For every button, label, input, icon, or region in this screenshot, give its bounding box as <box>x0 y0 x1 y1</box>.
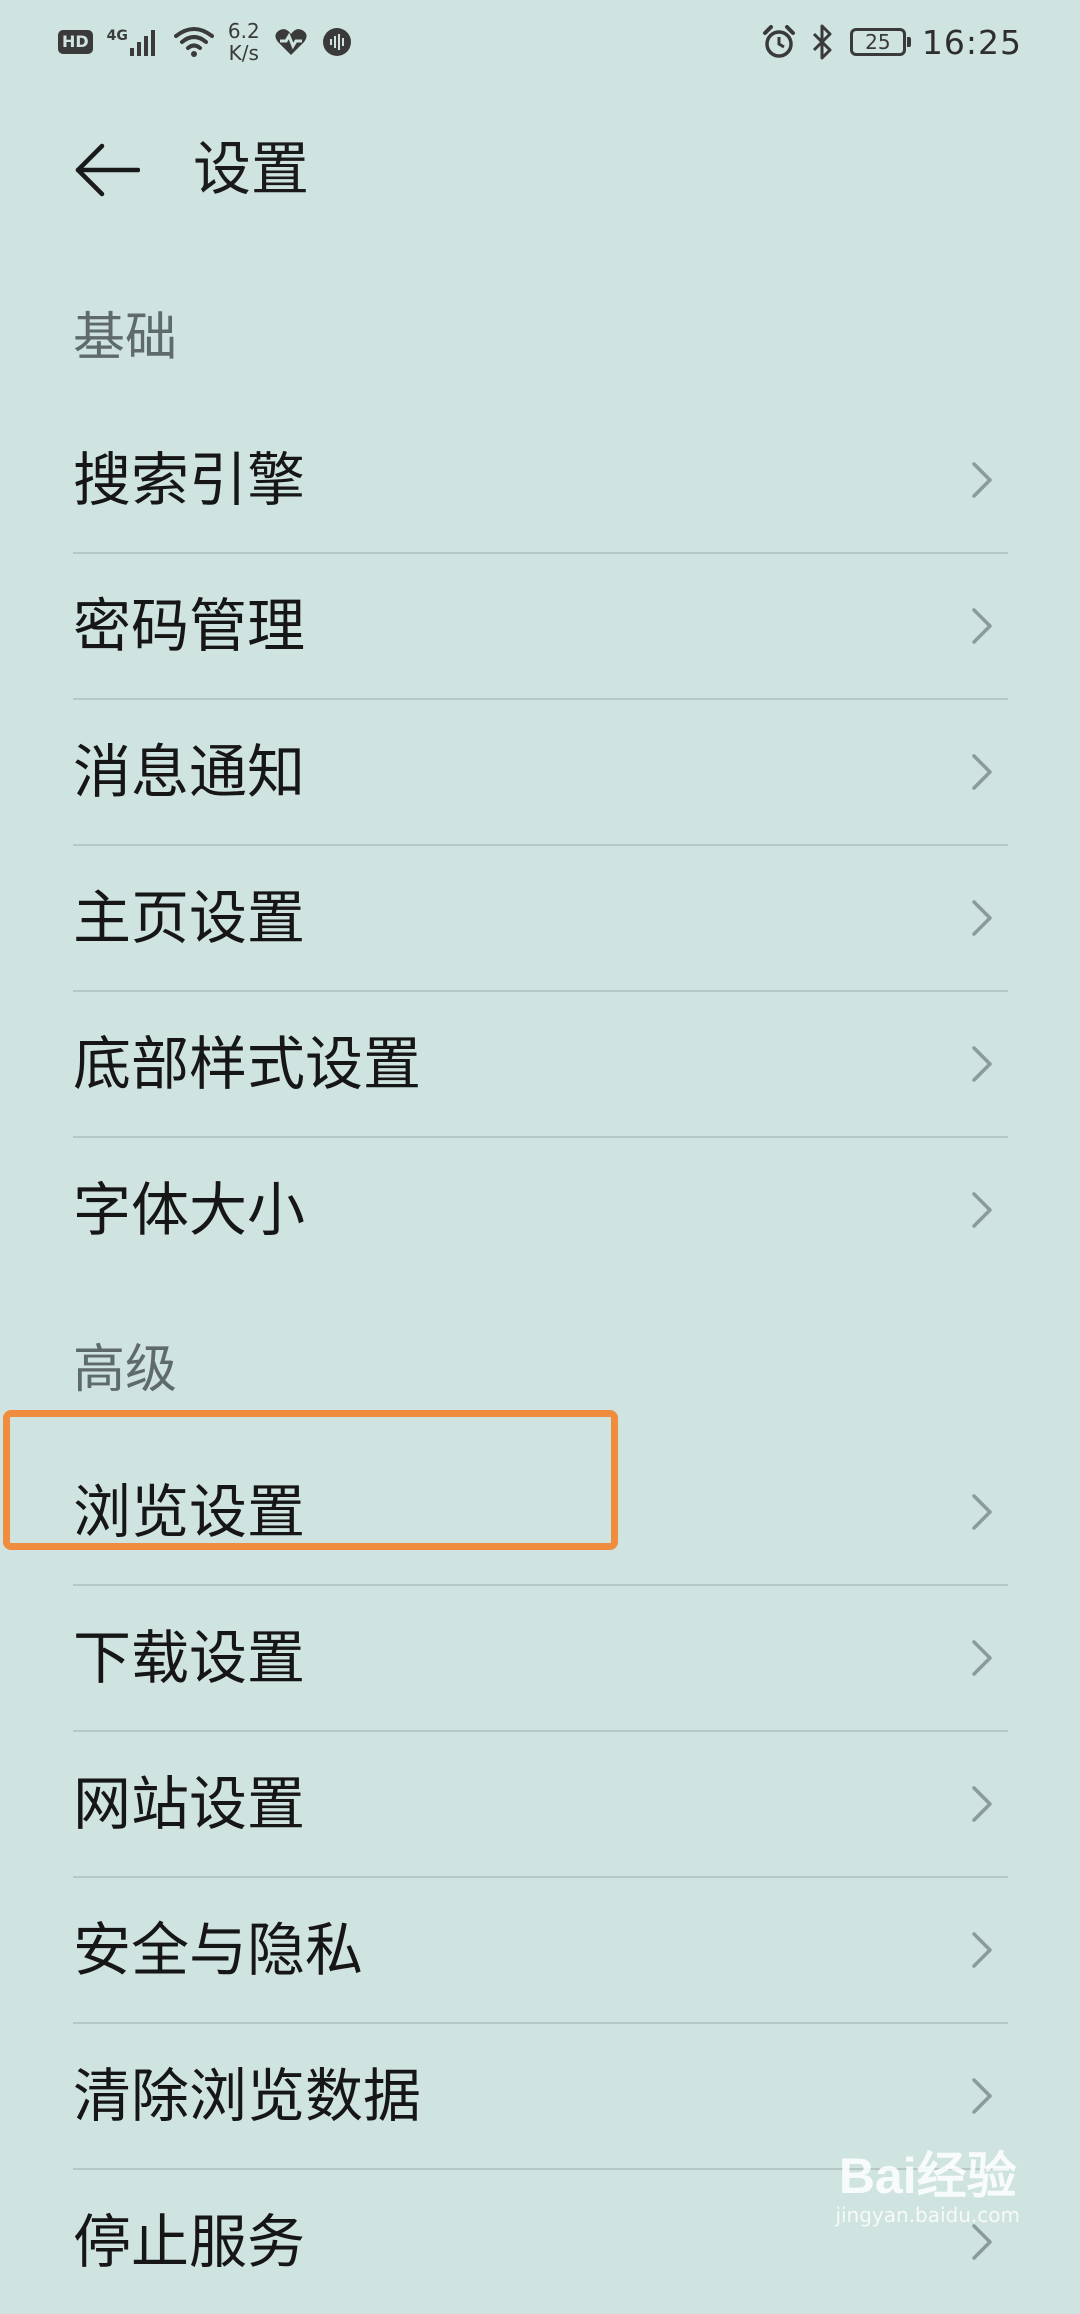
battery-indicator: 25 <box>849 28 911 56</box>
back-arrow-icon <box>75 143 140 197</box>
settings-item-label: 字体大小 <box>73 1176 306 1244</box>
settings-item-label: 底部样式设置 <box>73 1030 422 1098</box>
net-speed: 6.2 K/s <box>228 20 260 64</box>
battery-level: 25 <box>865 30 891 54</box>
chevron-right-icon <box>972 2078 992 2114</box>
settings-item-clear-data[interactable]: 清除浏览数据 <box>73 2022 1008 2168</box>
settings-item-download[interactable]: 下载设置 <box>73 1584 1008 1730</box>
chevron-right-icon <box>972 1192 992 1228</box>
settings-item-label: 消息通知 <box>73 738 306 806</box>
settings-item-font-size[interactable]: 字体大小 <box>73 1136 1008 1282</box>
network-type: 4G <box>107 28 160 56</box>
back-button[interactable] <box>72 138 142 202</box>
settings-item-label: 安全与隐私 <box>73 1916 364 1984</box>
chevron-right-icon <box>972 900 992 936</box>
chevron-right-icon <box>972 1786 992 1822</box>
cell-signal-icon <box>129 30 155 56</box>
chevron-right-icon <box>972 462 992 498</box>
status-right: 25 16:25 <box>762 14 1022 70</box>
app-header: 设置 <box>0 110 1080 230</box>
status-time: 16:25 <box>921 22 1022 62</box>
settings-item-label: 清除浏览数据 <box>73 2062 422 2130</box>
alarm-icon <box>762 25 795 58</box>
settings-item-homepage[interactable]: 主页设置 <box>73 844 1008 990</box>
watermark: Bai经验 jingyan.baidu.com <box>835 2148 1020 2226</box>
status-left: HD 4G 6.2 K/s <box>58 14 352 70</box>
settings-item-site[interactable]: 网站设置 <box>73 1730 1008 1876</box>
voice-assistant-icon <box>322 28 351 56</box>
highlight-box <box>3 1410 618 1550</box>
chevron-right-icon <box>972 754 992 790</box>
net-speed-unit: K/s <box>228 41 259 65</box>
settings-item-label: 密码管理 <box>73 592 306 660</box>
hd-badge: HD <box>58 30 93 54</box>
chevron-right-icon <box>972 1932 992 1968</box>
chevron-right-icon <box>972 1046 992 1082</box>
settings-item-notifications[interactable]: 消息通知 <box>73 698 1008 844</box>
net-speed-value: 6.2 <box>227 19 260 43</box>
settings-item-label: 搜索引擎 <box>73 446 306 514</box>
heart-health-icon <box>275 29 307 55</box>
wifi-icon <box>173 27 214 57</box>
page-title: 设置 <box>193 135 310 203</box>
settings-item-label: 网站设置 <box>73 1770 306 1838</box>
settings-item-search-engine[interactable]: 搜索引擎 <box>73 408 1008 552</box>
settings-list-basic: 搜索引擎 密码管理 消息通知 主页设置 底部样式设置 字体大小 <box>73 408 1008 1282</box>
watermark-url: jingyan.baidu.com <box>835 2203 1020 2227</box>
network-label: 4G <box>106 28 128 44</box>
chevron-right-icon <box>972 1494 992 1530</box>
status-bar: HD 4G 6.2 K/s 25 16:25 <box>0 0 1080 80</box>
chevron-right-icon <box>972 2224 992 2260</box>
settings-item-security-privacy[interactable]: 安全与隐私 <box>73 1876 1008 2022</box>
section-title-basic: 基础 <box>73 308 178 368</box>
settings-item-password-management[interactable]: 密码管理 <box>73 552 1008 698</box>
chevron-right-icon <box>972 608 992 644</box>
chevron-right-icon <box>972 1640 992 1676</box>
watermark-brand: Bai经验 <box>838 2148 1017 2204</box>
settings-item-label: 下载设置 <box>73 1624 306 1692</box>
settings-item-label: 停止服务 <box>73 2208 306 2276</box>
section-title-advanced: 高级 <box>73 1340 178 1400</box>
bluetooth-icon <box>812 24 832 60</box>
settings-item-label: 主页设置 <box>73 884 306 952</box>
settings-item-bottom-style[interactable]: 底部样式设置 <box>73 990 1008 1136</box>
